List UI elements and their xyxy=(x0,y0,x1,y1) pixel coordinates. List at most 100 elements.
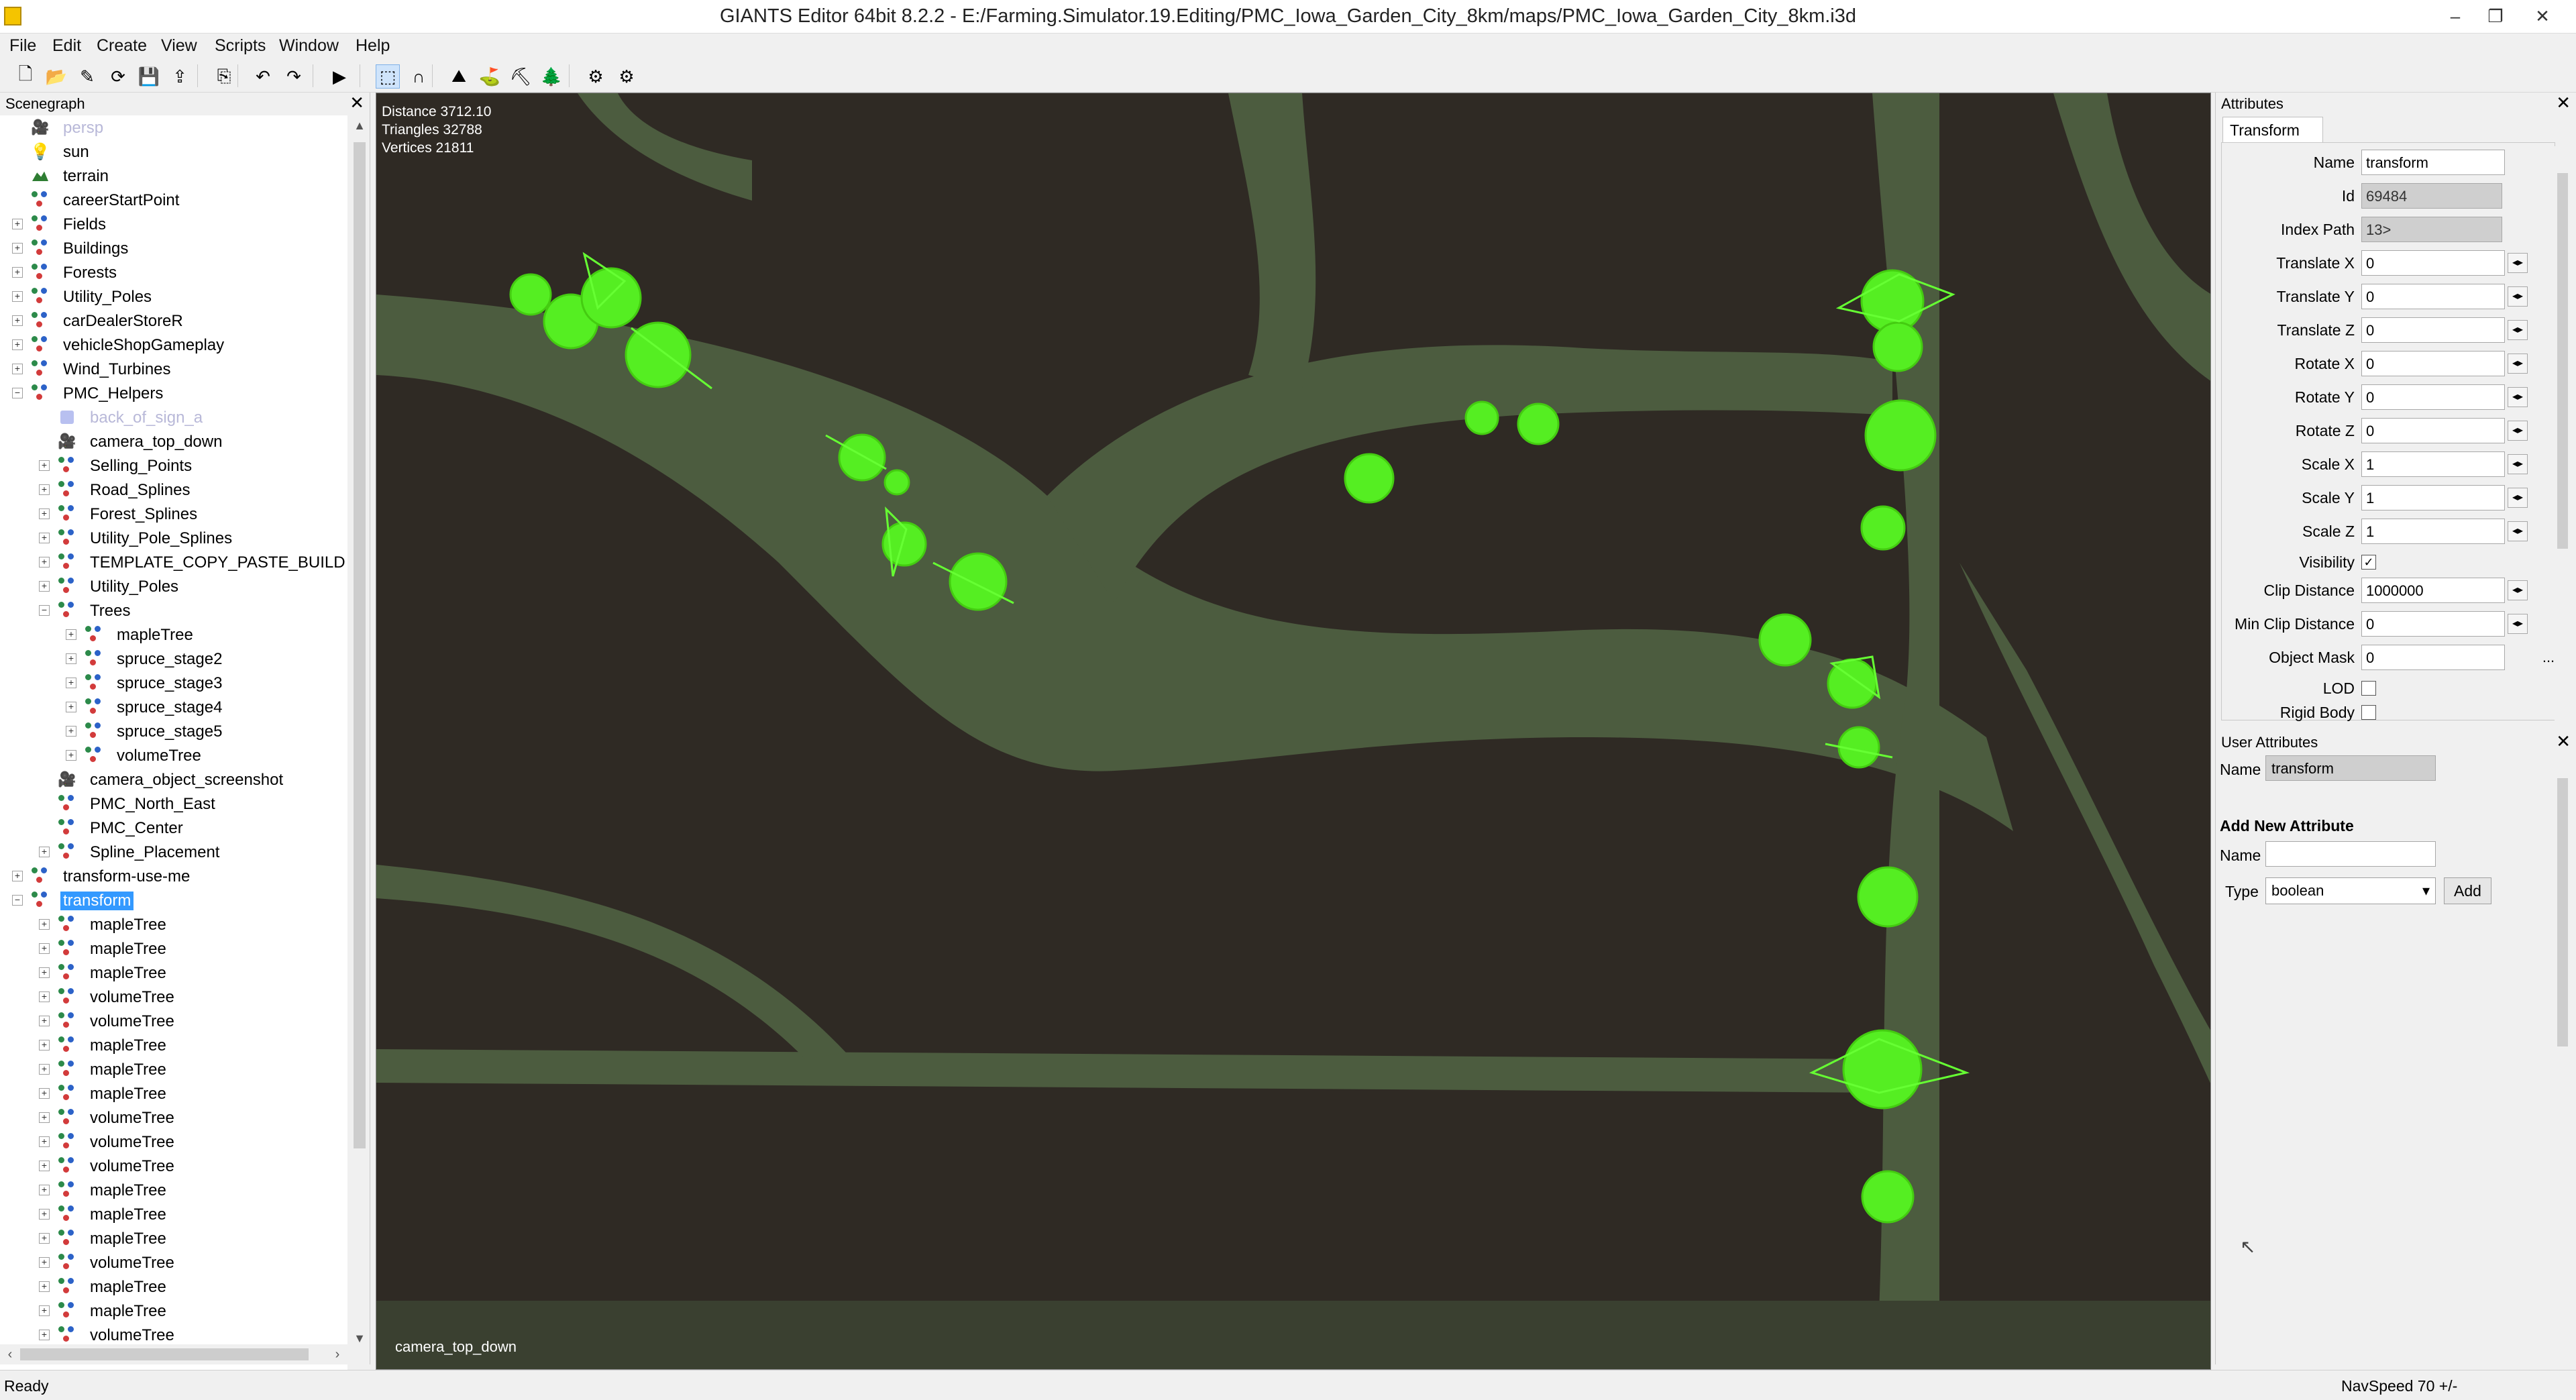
tree-item[interactable]: PMC_North_East xyxy=(0,792,347,816)
tree-item[interactable]: 💡 sun xyxy=(0,140,347,164)
tree-item[interactable]: + volumeTree xyxy=(0,1154,347,1178)
tree-item[interactable]: + Buildings xyxy=(0,236,347,260)
import-icon[interactable]: ⎘ xyxy=(212,64,236,89)
scale-x-field[interactable]: 1 xyxy=(2361,451,2505,477)
scrollbar-thumb[interactable] xyxy=(20,1348,309,1360)
spin-arrows-icon[interactable]: ◂▸ xyxy=(2508,286,2528,307)
tree-item[interactable]: + volumeTree xyxy=(0,743,347,767)
tree-item[interactable]: + spruce_stage4 xyxy=(0,695,347,719)
scroll-left-icon[interactable]: ‹ xyxy=(0,1344,20,1364)
tree-item[interactable]: + volumeTree xyxy=(0,1130,347,1154)
select-tool-icon[interactable]: ⬚ xyxy=(376,64,400,89)
lod-checkbox[interactable] xyxy=(2361,681,2376,696)
spin-arrows-icon[interactable]: ◂▸ xyxy=(2508,320,2528,340)
min-clip-distance-field[interactable]: 0 xyxy=(2361,611,2505,637)
tree-item[interactable]: back_of_sign_a xyxy=(0,405,347,429)
expand-icon[interactable]: + xyxy=(12,339,23,350)
tree-item[interactable]: + Fields xyxy=(0,212,347,236)
expand-icon[interactable]: + xyxy=(66,750,76,761)
tree-item[interactable]: + mapleTree xyxy=(0,961,347,985)
tree-item[interactable]: + Forest_Splines xyxy=(0,502,347,526)
expand-icon[interactable]: + xyxy=(12,267,23,278)
expand-icon[interactable]: + xyxy=(39,943,50,954)
tree-item[interactable]: + transform-use-me xyxy=(0,864,347,888)
tree-item[interactable]: + mapleTree xyxy=(0,936,347,961)
collapse-icon[interactable]: − xyxy=(12,895,23,906)
expand-icon[interactable]: + xyxy=(39,1064,50,1075)
redo-icon[interactable]: ↷ xyxy=(282,64,306,89)
rotate-z-field[interactable]: 0 xyxy=(2361,418,2505,443)
new-attr-name-input[interactable] xyxy=(2265,841,2436,867)
expand-icon[interactable]: + xyxy=(39,484,50,495)
tree-item[interactable]: + spruce_stage2 xyxy=(0,647,347,671)
add-attribute-button[interactable]: Add xyxy=(2444,877,2491,904)
new-file-icon[interactable]: 🗋 xyxy=(13,64,38,89)
settings-advanced-icon[interactable]: ⚙ xyxy=(614,64,639,89)
collapse-icon[interactable]: − xyxy=(12,388,23,398)
tree-item[interactable]: + TEMPLATE_COPY_PASTE_BUILD xyxy=(0,550,347,574)
expand-icon[interactable]: + xyxy=(39,1136,50,1147)
expand-icon[interactable]: + xyxy=(39,847,50,857)
expand-icon[interactable]: + xyxy=(39,1161,50,1171)
menu-help[interactable]: Help xyxy=(356,36,390,56)
save-as-icon[interactable]: ⇪ xyxy=(168,64,192,89)
reload-icon[interactable]: ⟳ xyxy=(106,64,130,89)
menu-file[interactable]: File xyxy=(9,36,36,56)
tree-item[interactable]: + carDealerStoreR xyxy=(0,309,347,333)
expand-icon[interactable]: + xyxy=(66,678,76,688)
expand-icon[interactable]: + xyxy=(39,533,50,543)
expand-icon[interactable]: + xyxy=(66,653,76,664)
expand-icon[interactable]: + xyxy=(39,1185,50,1195)
tree-item[interactable]: careerStartPoint xyxy=(0,188,347,212)
user-attributes-scrollbar[interactable] xyxy=(2555,751,2571,1355)
scrollbar-thumb[interactable] xyxy=(2557,778,2568,1046)
expand-icon[interactable]: + xyxy=(39,967,50,978)
spin-arrows-icon[interactable]: ◂▸ xyxy=(2508,387,2528,407)
expand-icon[interactable]: + xyxy=(12,219,23,229)
tree-item[interactable]: PMC_Center xyxy=(0,816,347,840)
name-field[interactable]: transform xyxy=(2361,150,2505,175)
expand-icon[interactable]: + xyxy=(39,1016,50,1026)
tree-item[interactable]: + mapleTree xyxy=(0,1299,347,1323)
rigid-body-checkbox[interactable] xyxy=(2361,705,2376,720)
paint-terrain-icon[interactable]: ⛰ xyxy=(447,64,471,89)
tree-item[interactable]: + volumeTree xyxy=(0,1323,347,1347)
spin-arrows-icon[interactable]: ◂▸ xyxy=(2508,253,2528,273)
expand-icon[interactable]: + xyxy=(39,1040,50,1051)
tree-item[interactable]: + Utility_Poles xyxy=(0,574,347,598)
tree-item[interactable]: + mapleTree xyxy=(0,1057,347,1081)
tree-item[interactable]: 🎥 camera_object_screenshot xyxy=(0,767,347,792)
restore-button[interactable]: ❐ xyxy=(2475,3,2516,30)
tree-item[interactable]: + volumeTree xyxy=(0,1106,347,1130)
attributes-scrollbar[interactable] xyxy=(2555,146,2571,720)
scale-z-field[interactable]: 1 xyxy=(2361,519,2505,544)
rotate-y-field[interactable]: 0 xyxy=(2361,384,2505,410)
menu-edit[interactable]: Edit xyxy=(52,36,81,56)
spin-arrows-icon[interactable]: ◂▸ xyxy=(2508,454,2528,474)
scroll-down-icon[interactable]: ▼ xyxy=(350,1328,370,1348)
attribute-type-select[interactable]: boolean ▾ xyxy=(2265,877,2436,904)
expand-icon[interactable]: + xyxy=(39,1209,50,1220)
object-mask-field[interactable]: 0 xyxy=(2361,645,2505,670)
expand-icon[interactable]: + xyxy=(12,364,23,374)
tree-item[interactable]: + Utility_Pole_Splines xyxy=(0,526,347,550)
expand-icon[interactable]: + xyxy=(12,871,23,881)
expand-icon[interactable]: + xyxy=(39,581,50,592)
rotate-x-field[interactable]: 0 xyxy=(2361,351,2505,376)
translate-x-field[interactable]: 0 xyxy=(2361,250,2505,276)
tree-item[interactable]: + volumeTree xyxy=(0,985,347,1009)
close-icon[interactable]: ✕ xyxy=(2556,93,2571,113)
edit-icon[interactable]: ✎ xyxy=(75,64,99,89)
expand-icon[interactable]: + xyxy=(66,629,76,640)
tree-item[interactable]: + Utility_Poles xyxy=(0,284,347,309)
minimize-button[interactable]: – xyxy=(2435,3,2475,30)
spin-arrows-icon[interactable]: ◂▸ xyxy=(2508,488,2528,508)
tree-item[interactable]: + spruce_stage5 xyxy=(0,719,347,743)
close-icon[interactable]: ✕ xyxy=(350,93,364,113)
tree-item[interactable]: + mapleTree xyxy=(0,1033,347,1057)
tree-item[interactable]: − transform xyxy=(0,888,347,912)
tree-item[interactable]: 🎥 persp xyxy=(0,115,347,140)
expand-icon[interactable]: + xyxy=(39,1330,50,1340)
tree-item[interactable]: 🎥 camera_top_down xyxy=(0,429,347,453)
close-window-button[interactable]: ✕ xyxy=(2522,3,2563,30)
